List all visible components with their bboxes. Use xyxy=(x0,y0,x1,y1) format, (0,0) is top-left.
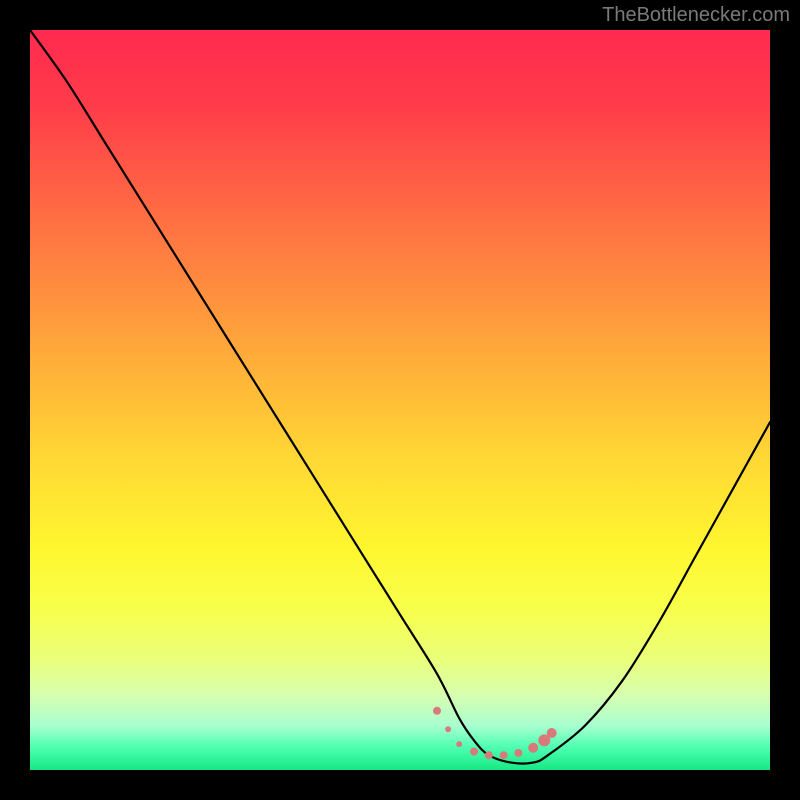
curve-svg xyxy=(30,30,770,770)
highlight-dot xyxy=(547,728,557,738)
highlight-dot xyxy=(485,751,493,759)
plot-area xyxy=(30,30,770,770)
highlight-dot xyxy=(445,726,451,732)
highlight-dots xyxy=(433,707,557,759)
highlight-dot xyxy=(500,751,508,759)
highlight-dot xyxy=(514,749,522,757)
highlight-dot xyxy=(456,741,462,747)
highlight-dot xyxy=(470,748,478,756)
highlight-dot xyxy=(528,743,538,753)
highlight-dot xyxy=(433,707,441,715)
chart-container: TheBottlenecker.com xyxy=(0,0,800,800)
attribution-label: TheBottlenecker.com xyxy=(602,4,790,27)
bottleneck-curve xyxy=(30,30,770,764)
